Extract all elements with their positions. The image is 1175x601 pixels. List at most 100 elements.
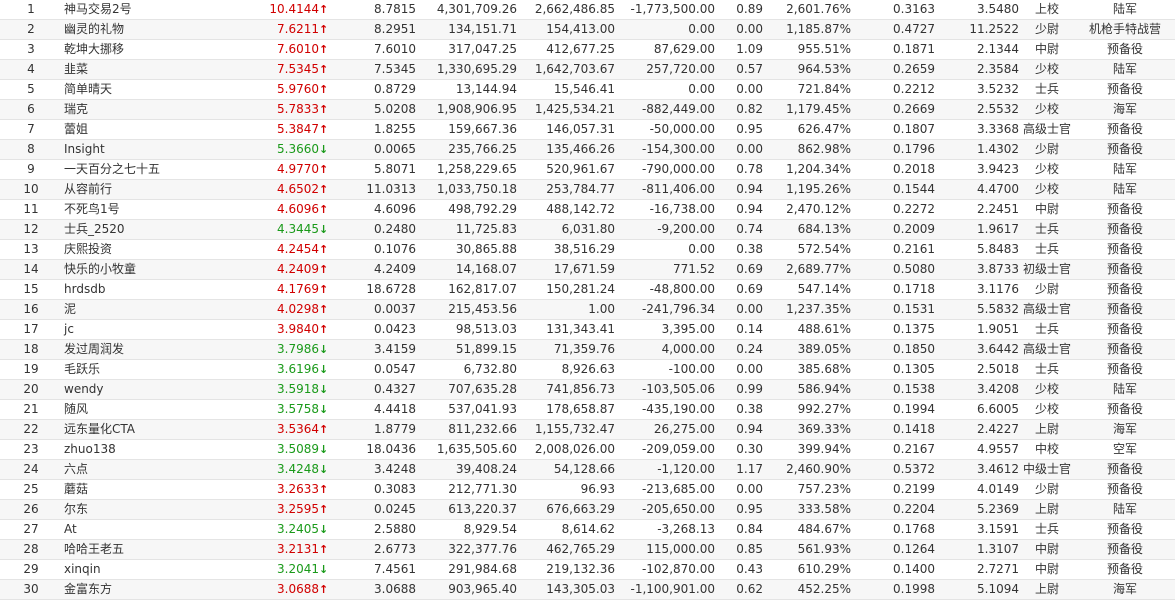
metric-cell: 3.5232: [935, 79, 1019, 100]
metric-cell: 0.1850: [851, 339, 935, 360]
table-row[interactable]: 29 xinqin 3.2041↓ 7.4561 291,984.68 219,132.3…: [0, 559, 1175, 580]
ratio-cell: 0.99: [715, 379, 763, 400]
metric-cell: 0.5372: [851, 459, 935, 480]
metric-cell: 2.5018: [935, 359, 1019, 380]
table-row[interactable]: 18 发过周润发 3.7986↓ 3.4159 51,899.15 71,359.76 4,…: [0, 339, 1175, 360]
return-cell: 2,460.90%: [763, 459, 851, 480]
table-row[interactable]: 22 远东量化CTA 3.5364↑ 1.8779 811,232.66 1,155,73…: [0, 419, 1175, 440]
table-row[interactable]: 2 幽灵的礼物 7.6211↑ 8.2951 134,151.71 154,413.00 0…: [0, 19, 1175, 40]
rank-cell: 29: [0, 559, 62, 580]
return-cell: 572.54%: [763, 239, 851, 260]
table-row[interactable]: 10 从容前行 4.6502↑ 11.0313 1,033,750.18 253,784.…: [0, 179, 1175, 200]
rank-cell: 21: [0, 399, 62, 420]
amount-cell: 87,629.00: [615, 39, 715, 60]
name-cell: jc: [62, 319, 214, 340]
rank-cell: 24: [0, 459, 62, 480]
table-row[interactable]: 16 泥 4.0298↑ 0.0037 215,453.56 1.00 -241,796.3…: [0, 299, 1175, 320]
amount-cell: 1,258,229.65: [416, 159, 517, 180]
arrow-up-icon: ↑: [319, 243, 328, 256]
return-cell: 721.84%: [763, 79, 851, 100]
table-row[interactable]: 27 At 3.2405↓ 2.5880 8,929.54 8,614.62 -3,268.…: [0, 519, 1175, 540]
table-row[interactable]: 21 随风 3.5758↓ 4.4418 537,041.93 178,658.87 -43…: [0, 399, 1175, 420]
metric-cell: 3.4208: [935, 379, 1019, 400]
arrow-down-icon: ↓: [319, 563, 328, 576]
table-row[interactable]: 5 简单晴天 5.9760↑ 0.8729 13,144.94 15,546.41 0.00…: [0, 79, 1175, 100]
arrow-up-icon: ↑: [319, 3, 328, 16]
metric-cell: 1.3107: [935, 539, 1019, 560]
amount-cell: -1,773,500.00: [615, 0, 715, 20]
metric-cell: 3.0688: [328, 579, 416, 600]
name-cell: 韭菜: [62, 59, 214, 80]
table-row[interactable]: 1 神马交易2号 10.4144↑ 8.7815 4,301,709.26 2,662,4…: [0, 0, 1175, 20]
value-text: 10.4144: [269, 2, 319, 16]
ranking-table: 1 神马交易2号 10.4144↑ 8.7815 4,301,709.26 2,662,4…: [0, 0, 1175, 600]
table-row[interactable]: 20 wendy 3.5918↓ 0.4327 707,635.28 741,856.73…: [0, 379, 1175, 400]
table-row[interactable]: 3 乾坤大挪移 7.6010↑ 7.6010 317,047.25 412,677.25 8…: [0, 39, 1175, 60]
military-rank-cell: 初级士官: [1019, 259, 1075, 280]
metric-cell: 2.2451: [935, 199, 1019, 220]
table-row[interactable]: 8 Insight 5.3660↓ 0.0065 235,766.25 135,466.2…: [0, 139, 1175, 160]
name-cell: 金富东方: [62, 579, 214, 600]
ratio-cell: 0.84: [715, 519, 763, 540]
branch-cell: 预备役: [1075, 519, 1175, 540]
metric-cell: 0.1076: [328, 239, 416, 260]
table-row[interactable]: 14 快乐的小牧童 4.2409↑ 4.2409 14,168.07 17,671.59 7…: [0, 259, 1175, 280]
value-text: 7.6211: [277, 22, 319, 36]
value-cell: 7.5345↑: [214, 59, 328, 80]
amount-cell: 154,413.00: [517, 19, 615, 40]
military-rank-cell: 少校: [1019, 399, 1075, 420]
ratio-cell: 0.94: [715, 179, 763, 200]
metric-cell: 0.1531: [851, 299, 935, 320]
table-row[interactable]: 15 hrdsdb 4.1769↑ 18.6728 162,817.07 150,281.…: [0, 279, 1175, 300]
metric-cell: 1.9617: [935, 219, 1019, 240]
value-text: 5.3660: [277, 142, 319, 156]
amount-cell: 219,132.36: [517, 559, 615, 580]
branch-cell: 陆军: [1075, 0, 1175, 20]
name-cell: 瑞克: [62, 99, 214, 120]
table-row[interactable]: 19 毛跃乐 3.6196↓ 0.0547 6,732.80 8,926.63 -100.0…: [0, 359, 1175, 380]
value-text: 3.7986: [277, 342, 319, 356]
table-row[interactable]: 9 一天百分之七十五 4.9770↑ 5.8071 1,258,229.65 520,96…: [0, 159, 1175, 180]
table-row[interactable]: 25 蘑菇 3.2633↑ 0.3083 212,771.30 96.93 -213,685…: [0, 479, 1175, 500]
metric-cell: 18.0436: [328, 439, 416, 460]
table-row[interactable]: 4 韭菜 7.5345↑ 7.5345 1,330,695.29 1,642,703.67…: [0, 59, 1175, 80]
table-row[interactable]: 26 尔东 3.2595↑ 0.0245 613,220.37 676,663.29 -20…: [0, 499, 1175, 520]
rank-cell: 4: [0, 59, 62, 80]
table-row[interactable]: 11 不死鸟1号 4.6096↑ 4.6096 498,792.29 488,142.72…: [0, 199, 1175, 220]
table-row[interactable]: 30 金富东方 3.0688↑ 3.0688 903,965.40 143,305.03-…: [0, 579, 1175, 600]
branch-cell: 陆军: [1075, 159, 1175, 180]
table-row[interactable]: 28 哈哈王老五 3.2131↑ 2.6773 322,377.76 462,765.29…: [0, 539, 1175, 560]
metric-cell: 11.2522: [935, 19, 1019, 40]
rank-cell: 16: [0, 299, 62, 320]
ratio-cell: 0.78: [715, 159, 763, 180]
name-cell: 乾坤大挪移: [62, 39, 214, 60]
table-row[interactable]: 17 jc 3.9840↑ 0.0423 98,513.03 131,343.41 3,39…: [0, 319, 1175, 340]
amount-cell: 135,466.26: [517, 139, 615, 160]
table-row[interactable]: 7 蕾姐 5.3847↑ 1.8255 159,667.36 146,057.31 -50,…: [0, 119, 1175, 140]
metric-cell: 5.1094: [935, 579, 1019, 600]
table-row[interactable]: 24 六点 3.4248↓ 3.4248 39,408.24 54,128.66 -1,12…: [0, 459, 1175, 480]
ratio-cell: 0.00: [715, 479, 763, 500]
value-text: 5.3847: [277, 122, 319, 136]
amount-cell: -9,200.00: [615, 219, 715, 240]
table-row[interactable]: 23 zhuo138 3.5089↓ 18.0436 1,635,505.60 2,008…: [0, 439, 1175, 460]
return-cell: 452.25%: [763, 579, 851, 600]
table-row[interactable]: 12 士兵_2520 4.3445↓ 0.2480 11,725.83 6,031.80-…: [0, 219, 1175, 240]
metric-cell: 1.8779: [328, 419, 416, 440]
arrow-up-icon: ↑: [319, 43, 328, 56]
table-row[interactable]: 6 瑞克 5.7833↑ 5.0208 1,908,906.95 1,425,534.21…: [0, 99, 1175, 120]
name-cell: 六点: [62, 459, 214, 480]
rank-cell: 7: [0, 119, 62, 140]
amount-cell: 159,667.36: [416, 119, 517, 140]
military-rank-cell: 少尉: [1019, 279, 1075, 300]
military-rank-cell: 上尉: [1019, 419, 1075, 440]
military-rank-cell: 少校: [1019, 59, 1075, 80]
amount-cell: 17,671.59: [517, 259, 615, 280]
military-rank-cell: 少尉: [1019, 139, 1075, 160]
amount-cell: 537,041.93: [416, 399, 517, 420]
return-cell: 586.94%: [763, 379, 851, 400]
metric-cell: 0.1994: [851, 399, 935, 420]
amount-cell: -1,100,901.00: [615, 579, 715, 600]
table-row[interactable]: 13 庆熙投资 4.2454↑ 0.1076 30,865.88 38,516.29 0.0…: [0, 239, 1175, 260]
rank-cell: 27: [0, 519, 62, 540]
